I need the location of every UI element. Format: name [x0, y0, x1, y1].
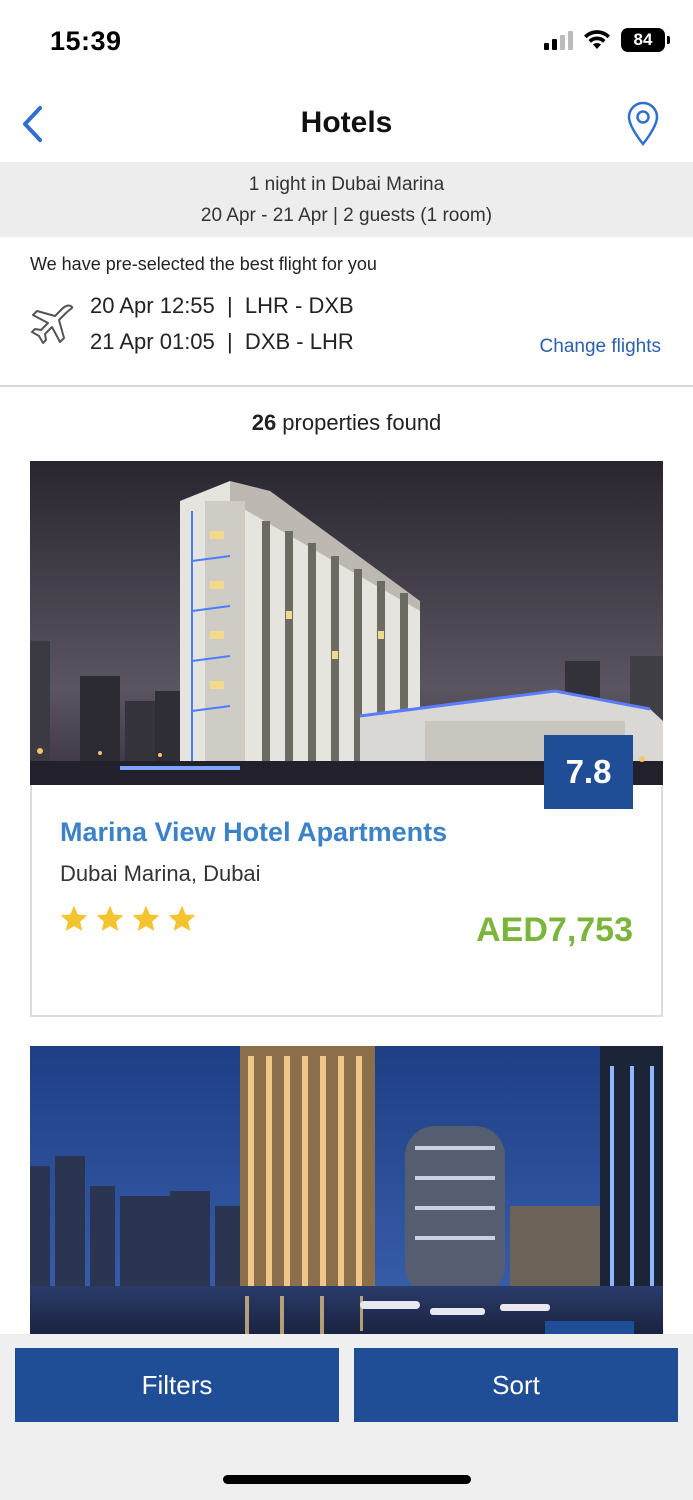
wifi-icon — [584, 30, 610, 49]
search-summary: 1 night in Dubai Marina 20 Apr - 21 Apr … — [0, 162, 693, 237]
battery-icon: 84 — [621, 28, 670, 52]
cellular-signal-icon — [544, 30, 573, 50]
preselect-text: We have pre-selected the best flight for… — [30, 254, 377, 274]
stay-summary: 1 night in Dubai Marina — [248, 174, 445, 195]
bottom-action-bar: Filters Sort — [0, 1334, 693, 1500]
change-flights-link[interactable]: Change flights — [540, 336, 661, 358]
hotel-name[interactable]: Marina View Hotel Apartments — [60, 817, 447, 848]
flight-selection: We have pre-selected the best flight for… — [0, 237, 693, 387]
home-indicator[interactable] — [223, 1475, 471, 1484]
star-icon — [96, 905, 124, 931]
map-button[interactable] — [623, 98, 663, 148]
status-icons: 84 — [544, 28, 670, 52]
hotel-location: Dubai Marina, Dubai — [60, 861, 261, 886]
review-score-badge: 7.8 — [544, 735, 633, 809]
status-time: 15:39 — [50, 26, 122, 56]
airplane-icon — [31, 304, 74, 344]
status-bar: 15:39 84 — [0, 0, 693, 86]
results-label: properties found — [276, 410, 442, 435]
hotel-card[interactable] — [30, 1046, 663, 1346]
hotel-photo — [30, 1046, 663, 1346]
hotel-card[interactable]: 7.8 Marina View Hotel Apartments Dubai M… — [30, 461, 663, 1017]
map-pin-icon — [627, 101, 659, 146]
return-flight: 21 Apr 01:05 | DXB - LHR — [90, 329, 354, 354]
dates-guests-summary: 20 Apr - 21 Apr | 2 guests (1 room) — [200, 205, 493, 226]
results-number: 26 — [251, 410, 277, 435]
filters-button[interactable]: Filters — [15, 1348, 339, 1422]
outbound-flight: 20 Apr 12:55 | LHR - DXB — [90, 293, 354, 318]
page-title: Hotels — [300, 106, 393, 139]
star-rating — [58, 903, 198, 935]
star-icon — [60, 905, 88, 931]
star-icon — [168, 905, 196, 931]
sort-button[interactable]: Sort — [354, 1348, 678, 1422]
star-icon — [132, 905, 160, 931]
nav-bar: Hotels — [0, 86, 693, 162]
hotel-price: AED7,753 — [476, 911, 633, 949]
results-count: 26 properties found — [0, 410, 693, 436]
